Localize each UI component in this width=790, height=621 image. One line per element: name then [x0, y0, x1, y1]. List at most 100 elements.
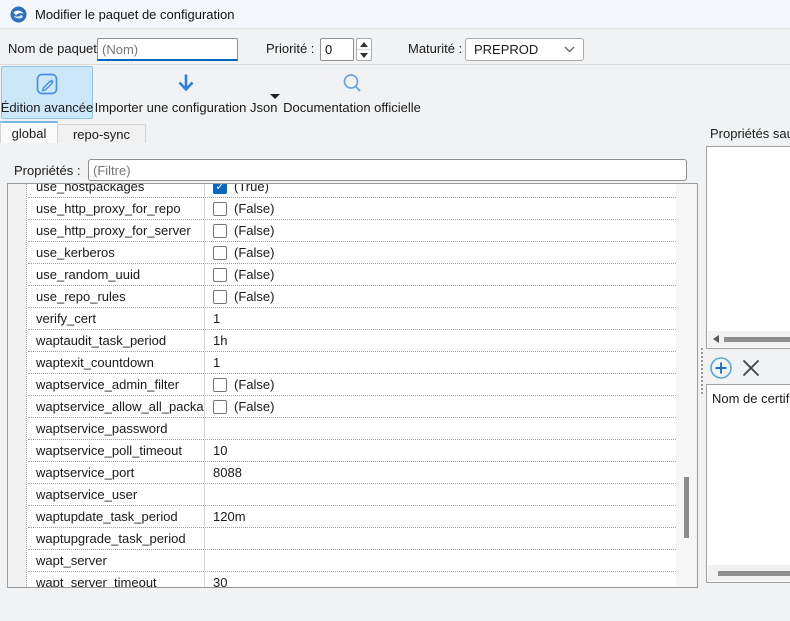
bool-value-label: (True): [234, 184, 269, 194]
scroll-left-arrow-icon[interactable]: [713, 335, 719, 343]
table-row[interactable]: verify_cert1: [28, 308, 676, 330]
certificates-header: Nom de certifi: [712, 391, 790, 406]
table-row[interactable]: wapt_server_timeout30: [28, 572, 676, 587]
spin-up-button[interactable]: [357, 39, 371, 49]
property-name-cell: use_repo_rules: [28, 286, 205, 307]
advanced-edit-button[interactable]: Édition avancée: [1, 66, 93, 119]
certificates-hscrollbar[interactable]: [708, 565, 790, 581]
arrow-up-icon: [360, 42, 368, 47]
search-magnifier-icon: [339, 71, 365, 97]
checkbox-checked-icon[interactable]: ✓: [213, 184, 227, 194]
hscrollbar-thumb[interactable]: [718, 571, 790, 576]
priority-label: Priorité :: [266, 38, 314, 60]
checkbox-unchecked-icon[interactable]: [213, 224, 227, 238]
property-name-cell: use_random_uuid: [28, 264, 205, 285]
property-name-cell: waptservice_admin_filter: [28, 374, 205, 395]
hscrollbar-thumb[interactable]: [724, 337, 790, 342]
table-row[interactable]: waptaudit_task_period1h: [28, 330, 676, 352]
table-row[interactable]: use_random_uuid(False): [28, 264, 676, 286]
grid-vertical-scrollbar[interactable]: [676, 184, 697, 587]
tab-global[interactable]: global: [0, 121, 58, 143]
property-value-cell: 120m: [205, 506, 676, 527]
property-value-cell: (False): [205, 264, 676, 285]
property-value-cell: (False): [205, 242, 676, 263]
saved-properties-list[interactable]: [706, 146, 790, 349]
table-row[interactable]: waptupgrade_task_period: [28, 528, 676, 550]
checkbox-unchecked-icon[interactable]: [213, 378, 227, 392]
property-value-cell: (False): [205, 198, 676, 219]
property-name-cell: waptservice_user: [28, 484, 205, 505]
property-name-cell: waptupgrade_task_period: [28, 528, 205, 549]
bool-value-label: (False): [234, 201, 274, 216]
table-row[interactable]: waptservice_user: [28, 484, 676, 506]
import-json-button[interactable]: Importer une configuration Json: [95, 66, 277, 119]
toolbar-separator: [0, 64, 790, 65]
grid-indicator-column: [8, 184, 27, 587]
table-row[interactable]: use_repo_rules (False): [28, 286, 676, 308]
edit-pencil-icon: [34, 71, 60, 97]
plus-circle-icon: [709, 356, 733, 380]
checkbox-unchecked-icon[interactable]: [213, 246, 227, 260]
documentation-button[interactable]: Documentation officielle: [283, 66, 421, 119]
property-value-cell: ✓ (True): [205, 184, 676, 197]
import-json-label: Importer une configuration Json: [95, 100, 278, 115]
panel-splitter-handle[interactable]: [701, 348, 703, 394]
property-value-cell: [205, 484, 676, 505]
table-row[interactable]: waptservice_port8088: [28, 462, 676, 484]
saved-list-hscrollbar[interactable]: [708, 331, 790, 347]
bool-value-label: (False): [234, 399, 274, 414]
bool-value-label: (False): [234, 289, 274, 304]
table-row[interactable]: wapt_server: [28, 550, 676, 572]
filter-input[interactable]: [88, 159, 687, 181]
property-value-cell: (False): [205, 374, 676, 395]
property-value-cell: [205, 528, 676, 549]
maturity-label: Maturité :: [408, 38, 462, 60]
spin-down-button[interactable]: [357, 49, 371, 60]
advanced-edit-label: Édition avancée: [1, 100, 94, 115]
package-name-input[interactable]: [97, 38, 238, 61]
table-row[interactable]: waptservice_admin_filter(False): [28, 374, 676, 396]
checkbox-unchecked-icon[interactable]: [213, 290, 227, 304]
property-value-cell: (False): [205, 396, 676, 417]
import-dropdown-caret-icon[interactable]: [270, 94, 280, 99]
table-row[interactable]: waptexit_countdown1: [28, 352, 676, 374]
property-value-cell: (False): [205, 220, 676, 241]
property-name-cell: verify_cert: [28, 308, 205, 329]
table-row[interactable]: waptservice_allow_all_packages(False): [28, 396, 676, 418]
checkbox-unchecked-icon[interactable]: [213, 400, 227, 414]
table-row[interactable]: use_kerberos(False): [28, 242, 676, 264]
property-value-cell: [205, 418, 676, 439]
add-certificate-button[interactable]: [708, 355, 734, 381]
bool-value-label: (False): [234, 245, 274, 260]
wapt-logo-icon: [10, 6, 27, 23]
table-row[interactable]: waptservice_poll_timeout10: [28, 440, 676, 462]
property-name-cell: use_http_proxy_for_server: [28, 220, 205, 241]
property-value-cell: 1: [205, 352, 676, 373]
property-name-cell: waptexit_countdown: [28, 352, 205, 373]
table-row[interactable]: use_http_proxy_for_repo(False): [28, 198, 676, 220]
priority-stepper[interactable]: [356, 38, 372, 61]
certificates-list[interactable]: [706, 384, 790, 583]
tab-repo-sync[interactable]: repo-sync: [58, 124, 146, 143]
title-bar: Modifier le paquet de configuration: [0, 0, 790, 29]
download-arrow-icon: [173, 71, 199, 97]
property-name-cell: waptservice_port: [28, 462, 205, 483]
properties-grid: use_hostpackages✓(True)use_http_proxy_fo…: [7, 183, 698, 588]
checkbox-unchecked-icon[interactable]: [213, 202, 227, 216]
delete-certificate-button[interactable]: [738, 355, 764, 381]
saved-properties-label: Propriétés sauv: [710, 123, 790, 145]
dialog-window: Modifier le paquet de configuration Nom …: [0, 0, 790, 621]
package-name-label: Nom de paquet :: [8, 38, 104, 60]
checkbox-unchecked-icon[interactable]: [213, 268, 227, 282]
table-row[interactable]: use_http_proxy_for_server (False): [28, 220, 676, 242]
bool-value-label: (False): [234, 223, 274, 238]
table-row[interactable]: use_hostpackages✓(True): [28, 184, 676, 198]
documentation-label: Documentation officielle: [283, 100, 421, 115]
grid-rows-viewport: use_hostpackages✓(True)use_http_proxy_fo…: [28, 184, 676, 587]
maturity-select[interactable]: PREPROD: [465, 38, 584, 61]
table-row[interactable]: waptservice_password: [28, 418, 676, 440]
priority-input[interactable]: [320, 38, 354, 61]
table-row[interactable]: waptupdate_task_period120m: [28, 506, 676, 528]
grid-scrollbar-thumb[interactable]: [684, 477, 689, 538]
filter-label: Propriétés :: [14, 160, 80, 182]
